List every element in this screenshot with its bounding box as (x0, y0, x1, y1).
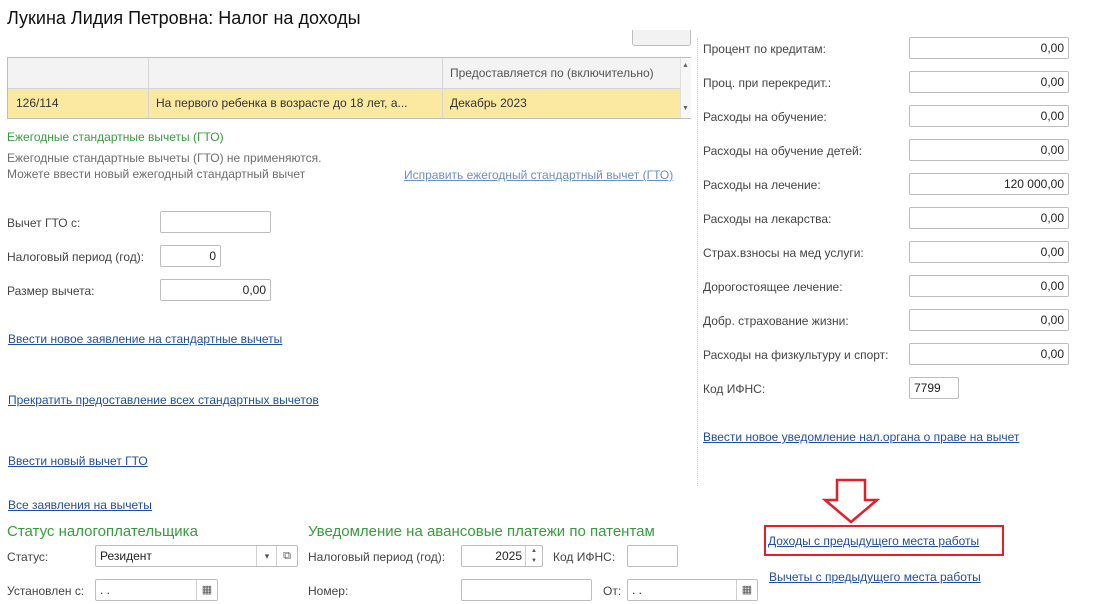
column-header-code (8, 58, 148, 88)
deduction-amount-field[interactable]: 0,00 (909, 207, 1069, 229)
ifns-field[interactable]: 7799 (909, 377, 959, 399)
patent-period-label: Налоговый период (год): (308, 550, 446, 564)
deduction-label: Расходы на обучение: (703, 110, 827, 124)
gto-from-field[interactable] (160, 211, 271, 233)
stop-all-deductions-link[interactable]: Прекратить предоставление всех стандартн… (8, 393, 319, 407)
all-applications-link[interactable]: Все заявления на вычеты (8, 498, 152, 512)
column-header-name (148, 58, 442, 88)
fix-gto-link[interactable]: Исправить ежегодный стандартный вычет (Г… (404, 168, 673, 182)
prev-income-link[interactable]: Доходы с предыдущего места работы (768, 534, 979, 548)
column-divider (148, 58, 149, 118)
patent-date-value: . . (632, 583, 643, 597)
deduction-label: Дорогостоящее лечение: (703, 280, 843, 294)
deduction-label: Расходы на обучение детей: (703, 144, 863, 158)
status-select[interactable]: Резидент ▾ ⧉ (95, 545, 298, 567)
patent-number-label: Номер: (308, 584, 349, 598)
calendar-icon[interactable]: ▦ (196, 580, 217, 600)
status-date-value: . . (100, 583, 111, 597)
scroll-down-icon[interactable]: ▼ (682, 105, 689, 112)
deduction-label: Добр. страхование жизни: (703, 314, 849, 328)
patent-section-title: Уведомление на авансовые платежи по пате… (308, 523, 655, 540)
gto-size-label: Размер вычета: (7, 284, 95, 298)
prev-deductions-link[interactable]: Вычеты с предыдущего места работы (769, 570, 981, 584)
page-title: Лукина Лидия Петровна: Налог на доходы (7, 8, 361, 28)
scroll-up-icon[interactable]: ▲ (682, 62, 689, 69)
deduction-amount-field[interactable]: 0,00 (909, 275, 1069, 297)
deduction-amount-field[interactable]: 0,00 (909, 105, 1069, 127)
deduction-label: Проц. при перекредит.: (703, 76, 832, 90)
row-until: Декабрь 2023 (450, 96, 527, 110)
patent-date-field[interactable]: . . ▦ (627, 579, 758, 601)
gto-hint: Можете ввести новый ежегодный стандартны… (7, 167, 306, 181)
new-notice-link[interactable]: Ввести новое уведомление нал.органа о пр… (703, 430, 1019, 444)
panel-divider (697, 38, 698, 486)
deduction-label: Процент по кредитам: (703, 42, 827, 56)
patent-ifns-label: Код ИФНС: (553, 550, 616, 564)
gto-section-title: Ежегодные стандартные вычеты (ГТО) (7, 130, 224, 144)
calendar-icon[interactable]: ▦ (736, 580, 757, 600)
table-scrollbar[interactable]: ▲ ▼ (680, 58, 691, 118)
gto-period-field[interactable]: 0 (160, 245, 221, 267)
deduction-label: Расходы на физкультуру и спорт: (703, 348, 889, 362)
column-divider (442, 58, 443, 118)
row-name: На первого ребенка в возрасте до 18 лет,… (156, 96, 408, 110)
gto-period-label: Налоговый период (год): (7, 250, 145, 264)
deduction-label: Расходы на лечение: (703, 178, 821, 192)
more-button[interactable] (632, 30, 691, 46)
gto-note: Ежегодные стандартные вычеты (ГТО) не пр… (7, 151, 322, 165)
chevron-down-icon[interactable]: ▾ (256, 546, 277, 566)
new-gto-link[interactable]: Ввести новый вычет ГТО (8, 454, 148, 468)
patent-period-value: 2025 (495, 549, 522, 563)
table-header: Предоставляется по (включительно) (8, 58, 680, 89)
deduction-label: Расходы на лекарства: (703, 212, 832, 226)
patent-ifns-field[interactable] (627, 545, 678, 567)
table-row[interactable]: 126/114 На первого ребенка в возрасте до… (8, 89, 680, 118)
deduction-amount-field[interactable]: 120 000,00 (909, 173, 1069, 195)
status-date-field[interactable]: . . ▦ (95, 579, 218, 601)
spinner-icon[interactable]: ▲ ▼ (525, 546, 542, 566)
status-set-label: Установлен с: (7, 584, 85, 598)
gto-size-field[interactable]: 0,00 (160, 279, 271, 301)
patent-from-label: От: (603, 584, 622, 598)
deduction-amount-field[interactable]: 0,00 (909, 241, 1069, 263)
patent-period-field[interactable]: 2025 ▲ ▼ (461, 545, 543, 567)
ifns-label: Код ИФНС: (703, 382, 766, 396)
new-application-link[interactable]: Ввести новое заявление на стандартные вы… (8, 332, 282, 346)
deduction-amount-field[interactable]: 0,00 (909, 343, 1069, 365)
open-form-icon[interactable]: ⧉ (276, 546, 297, 566)
row-code: 126/114 (16, 96, 59, 110)
deduction-amount-field[interactable]: 0,00 (909, 309, 1069, 331)
down-arrow-annotation (822, 478, 880, 524)
deduction-amount-field[interactable]: 0,00 (909, 37, 1069, 59)
gto-from-label: Вычет ГТО с: (7, 216, 81, 230)
deduction-amount-field[interactable]: 0,00 (909, 71, 1069, 93)
deductions-table: Предоставляется по (включительно) 126/11… (7, 57, 691, 119)
deduction-amount-field[interactable]: 0,00 (909, 139, 1069, 161)
deduction-label: Страх.взносы на мед услуги: (703, 246, 864, 260)
column-header-until[interactable]: Предоставляется по (включительно) (442, 58, 680, 88)
status-section-title: Статус налогоплательщика (7, 523, 198, 540)
status-label: Статус: (7, 550, 49, 564)
status-value: Резидент (100, 549, 152, 563)
patent-number-field[interactable] (461, 579, 592, 601)
